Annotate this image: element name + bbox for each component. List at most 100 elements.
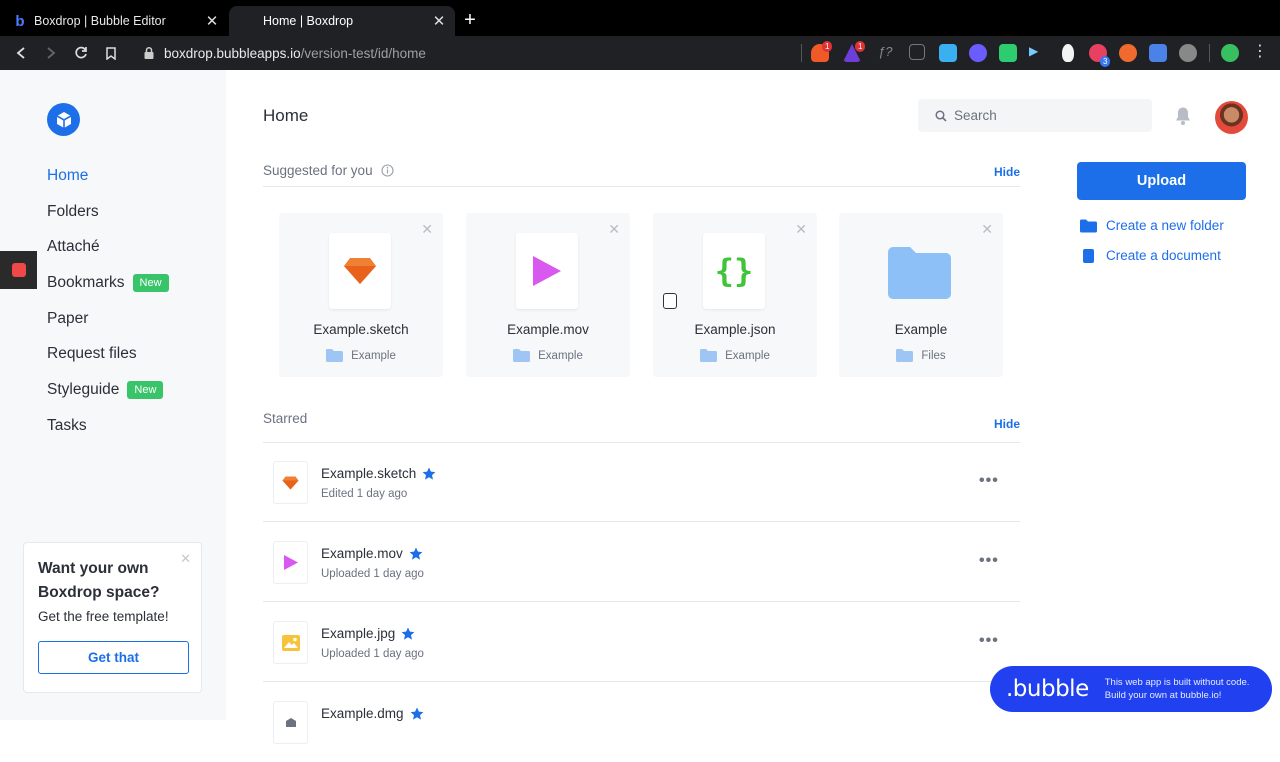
sidebar: Home Folders Attaché Bookmarks New Paper … xyxy=(0,70,226,720)
profile-icon[interactable] xyxy=(1221,44,1239,62)
extension-icon[interactable] xyxy=(1119,44,1137,62)
get-that-button[interactable]: Get that xyxy=(38,641,189,674)
extension-badge: 1 xyxy=(855,41,866,52)
url-path: /version-test/id/home xyxy=(300,45,426,61)
bubble-line-1: This web app is built without code. xyxy=(1104,677,1250,688)
row-meta: Edited 1 day ago xyxy=(321,488,408,500)
back-icon[interactable] xyxy=(11,43,31,63)
play-extension-icon[interactable]: ▶ xyxy=(1029,44,1047,62)
sidebar-item-label: Request files xyxy=(47,345,137,363)
extension-icon[interactable] xyxy=(1179,44,1197,62)
suggested-card[interactable]: ✕ {} Example.json Example xyxy=(653,213,817,377)
document-icon xyxy=(1083,248,1094,263)
promo-card: ✕ Want your own Boxdrop space? Get the f… xyxy=(23,542,202,693)
bubble-banner[interactable]: .bubble This web app is built without co… xyxy=(990,666,1272,712)
new-tab-button[interactable]: + xyxy=(460,10,480,32)
create-folder-link[interactable]: Create a new folder xyxy=(1080,218,1224,233)
close-icon[interactable]: ✕ xyxy=(202,11,222,31)
hide-starred-link[interactable]: Hide xyxy=(994,417,1020,431)
bell-icon[interactable] xyxy=(1174,106,1192,126)
page-title: Home xyxy=(263,106,309,125)
section-label: Suggested for you xyxy=(263,163,394,178)
extension-badge: 1 xyxy=(822,41,833,52)
close-icon[interactable]: ✕ xyxy=(608,221,620,238)
translate-icon[interactable] xyxy=(1149,44,1167,62)
more-options-icon[interactable]: ••• xyxy=(979,472,999,490)
close-icon[interactable]: ✕ xyxy=(429,11,449,31)
boxdrop-logo-icon[interactable] xyxy=(47,103,80,136)
image-icon xyxy=(281,634,300,651)
suggested-card[interactable]: ✕ Example.sketch Example xyxy=(279,213,443,377)
file-thumbnail xyxy=(273,461,308,504)
promo-subtitle: Get the free template! xyxy=(38,609,169,624)
card-location-label: Example xyxy=(725,349,770,362)
sidebar-item-bookmarks[interactable]: Bookmarks New xyxy=(47,265,169,301)
extension-icon[interactable] xyxy=(969,44,987,62)
sidebar-item-folders[interactable]: Folders xyxy=(47,194,169,230)
card-file-name: Example.json xyxy=(694,322,776,337)
table-row[interactable]: Example.mov Uploaded 1 day ago ••• xyxy=(263,522,1020,602)
disk-icon xyxy=(285,717,296,727)
new-badge: New xyxy=(127,380,164,399)
sidebar-item-attache[interactable]: Attaché xyxy=(47,229,169,265)
file-thumbnail xyxy=(273,621,308,664)
tab-bubble-editor[interactable]: b Boxdrop | Bubble Editor ✕ xyxy=(0,6,228,36)
star-icon[interactable] xyxy=(422,467,436,481)
more-options-icon[interactable]: ••• xyxy=(979,632,999,650)
suggested-header: Suggested for you Hide xyxy=(263,163,1020,187)
file-thumbnail xyxy=(329,233,391,309)
app-root: Home Folders Attaché Bookmarks New Paper … xyxy=(0,70,1280,744)
record-icon xyxy=(11,263,26,277)
address-bar[interactable]: boxdrop.bubbleapps.io/version-test/id/ho… xyxy=(130,39,800,67)
starred-header: Starred Hide xyxy=(263,411,1020,443)
browser-tab-bar: b Boxdrop | Bubble Editor ✕ Home | Boxdr… xyxy=(0,0,1280,36)
close-icon[interactable]: ✕ xyxy=(795,221,807,238)
avatar[interactable] xyxy=(1215,101,1248,134)
star-icon[interactable] xyxy=(410,707,424,721)
create-document-link[interactable]: Create a document xyxy=(1080,248,1221,263)
sidebar-item-label: Home xyxy=(47,166,89,184)
suggested-card[interactable]: ✕ Example.mov Example xyxy=(466,213,630,377)
tab-title: Home | Boxdrop xyxy=(263,14,354,28)
file-thumbnail xyxy=(273,541,308,584)
file-thumbnail xyxy=(516,233,578,309)
search-input[interactable]: Search xyxy=(918,99,1152,132)
star-icon[interactable] xyxy=(401,627,415,641)
card-file-name: Example.sketch xyxy=(313,322,409,337)
suggested-card[interactable]: ✕ Example Files xyxy=(839,213,1003,377)
close-icon[interactable]: ✕ xyxy=(421,221,433,238)
row-file-name: Example.sketch xyxy=(321,466,436,481)
reload-icon[interactable] xyxy=(71,43,91,63)
table-row[interactable]: Example.dmg xyxy=(263,682,1020,762)
bookmark-icon[interactable] xyxy=(101,43,121,63)
json-icon: {} xyxy=(714,252,754,290)
sidebar-item-paper[interactable]: Paper xyxy=(47,301,169,337)
more-options-icon[interactable]: ••• xyxy=(979,552,999,570)
record-button[interactable] xyxy=(0,251,37,289)
sidebar-item-styleguide[interactable]: Styleguide New xyxy=(47,372,169,408)
folder-icon xyxy=(888,247,951,299)
suggested-label: Suggested for you xyxy=(263,163,373,178)
new-badge: New xyxy=(132,273,169,292)
close-icon[interactable]: ✕ xyxy=(981,221,993,238)
forward-icon[interactable] xyxy=(41,43,61,63)
extension-icon[interactable] xyxy=(1062,44,1074,62)
extension-icon[interactable] xyxy=(939,44,957,62)
formula-extension-icon[interactable]: ƒ? xyxy=(878,44,896,62)
upload-button[interactable]: Upload xyxy=(1077,162,1246,200)
extension-icon[interactable] xyxy=(999,44,1017,62)
info-icon[interactable] xyxy=(381,164,394,177)
table-row[interactable]: Example.jpg Uploaded 1 day ago ••• xyxy=(263,602,1020,682)
menu-icon[interactable]: ⋮ xyxy=(1251,44,1269,62)
toolbar-divider xyxy=(801,44,802,62)
row-file-name-text: Example.dmg xyxy=(321,706,404,721)
table-row[interactable]: Example.sketch Edited 1 day ago ••• xyxy=(263,442,1020,522)
ruler-extension-icon[interactable] xyxy=(909,44,925,60)
sidebar-item-tasks[interactable]: Tasks xyxy=(47,408,169,444)
sidebar-item-request-files[interactable]: Request files xyxy=(47,336,169,372)
hide-suggested-link[interactable]: Hide xyxy=(994,165,1020,179)
tab-boxdrop-home[interactable]: Home | Boxdrop ✕ xyxy=(229,6,455,36)
sidebar-item-home[interactable]: Home xyxy=(47,158,169,194)
star-icon[interactable] xyxy=(409,547,423,561)
sidebar-item-label: Attaché xyxy=(47,238,100,256)
